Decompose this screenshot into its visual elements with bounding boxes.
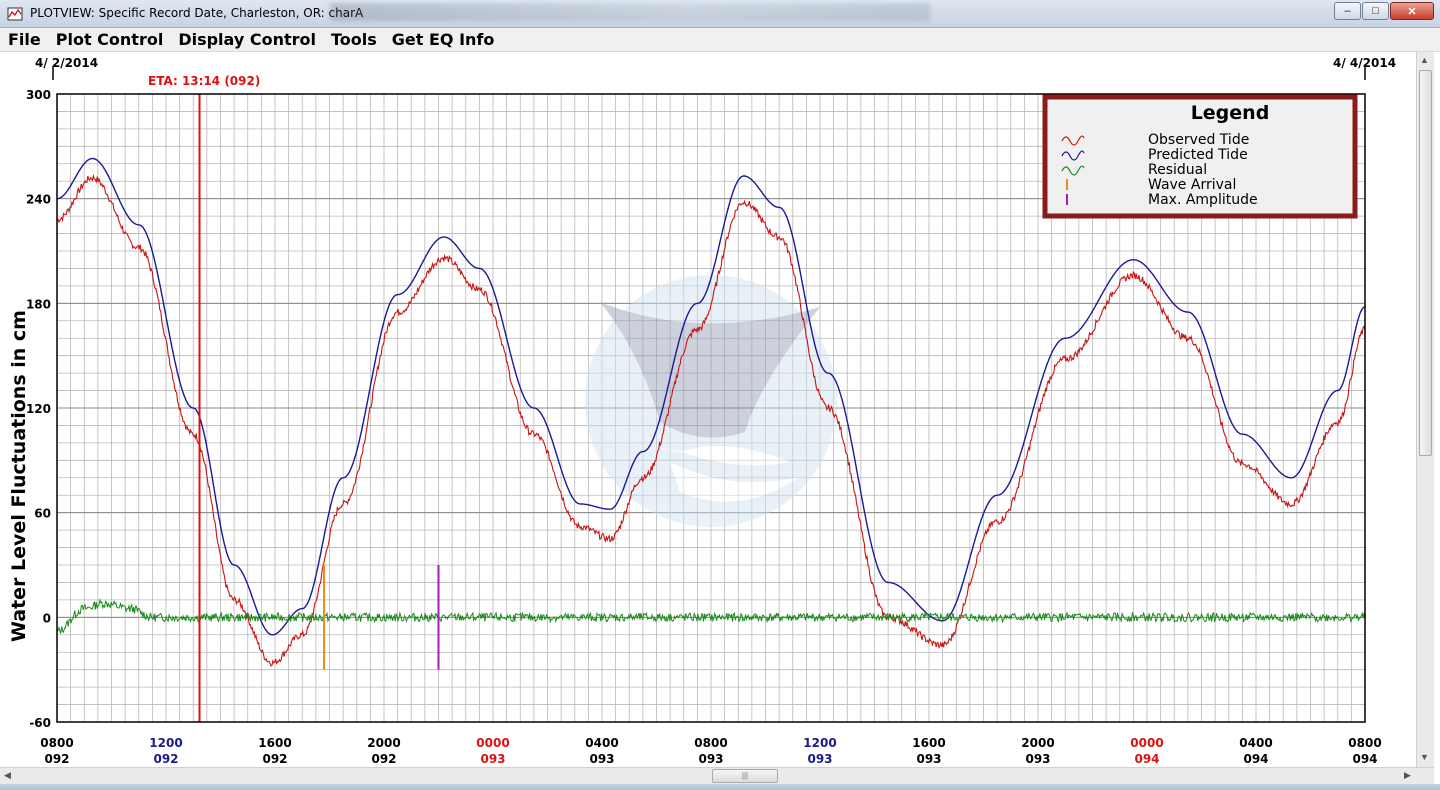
maximize-button[interactable]: □ bbox=[1362, 2, 1389, 20]
x-tick-time: 0000 bbox=[476, 736, 509, 750]
x-tick-time: 1600 bbox=[258, 736, 291, 750]
y-tick-label: 0 bbox=[43, 611, 51, 625]
taskbar-strip bbox=[0, 784, 1440, 790]
date-left-label: 4/ 2/2014 bbox=[35, 56, 98, 70]
x-tick-time: 0800 bbox=[694, 736, 727, 750]
minimize-button[interactable]: – bbox=[1334, 2, 1361, 20]
legend-entry-label: Observed Tide bbox=[1148, 132, 1249, 148]
scroll-right-icon[interactable]: ▶ bbox=[1404, 770, 1411, 781]
x-tick-day: 092 bbox=[44, 752, 69, 766]
x-tick-time: 0800 bbox=[1348, 736, 1381, 750]
menu-file[interactable]: File bbox=[1, 30, 48, 49]
x-tick-day: 093 bbox=[698, 752, 723, 766]
x-tick-day: 093 bbox=[916, 752, 941, 766]
legend-entry-label: Max. Amplitude bbox=[1148, 192, 1258, 208]
menu-tools[interactable]: Tools bbox=[324, 30, 384, 49]
app-icon bbox=[7, 7, 23, 21]
x-tick-time: 2000 bbox=[1021, 736, 1054, 750]
y-tick-label: 180 bbox=[26, 297, 51, 311]
legend: Legend Observed TidePredicted TideResidu… bbox=[1042, 94, 1358, 219]
legend-entry-label: Wave Arrival bbox=[1148, 177, 1236, 193]
scroll-left-icon[interactable]: ◀ bbox=[4, 770, 11, 781]
date-right-label: 4/ 4/2014 bbox=[1333, 56, 1396, 70]
legend-entry-label: Residual bbox=[1148, 162, 1207, 178]
close-button[interactable]: ✕ bbox=[1390, 2, 1434, 20]
x-axis-ticks: 0800 092 1200 092 1600 092 2000 092 0000 093 0400 0… bbox=[40, 736, 1381, 766]
eta-label: ETA: 13:14 (092) bbox=[148, 74, 260, 88]
y-tick-label: 300 bbox=[26, 88, 51, 102]
x-tick-time: 0800 bbox=[40, 736, 73, 750]
x-tick-time: 1200 bbox=[803, 736, 836, 750]
x-tick-day: 093 bbox=[807, 752, 832, 766]
scroll-down-icon[interactable]: ▼ bbox=[1420, 752, 1429, 762]
x-tick-day: 092 bbox=[262, 752, 287, 766]
blurred-background-window bbox=[330, 3, 930, 21]
menu-display-control[interactable]: Display Control bbox=[171, 30, 323, 49]
tide-plot: 4/ 2/2014 4/ 4/2014 ETA: 13:14 (092) Wat… bbox=[8, 56, 1396, 766]
horizontal-scroll-thumb[interactable]: ||| bbox=[712, 769, 778, 783]
x-tick-time: 0000 bbox=[1130, 736, 1163, 750]
x-tick-day: 093 bbox=[480, 752, 505, 766]
y-tick-label: 120 bbox=[26, 402, 51, 416]
x-tick-time: 2000 bbox=[367, 736, 400, 750]
x-tick-day: 094 bbox=[1243, 752, 1268, 766]
legend-title: Legend bbox=[1191, 102, 1270, 124]
x-tick-time: 1600 bbox=[912, 736, 945, 750]
y-tick-label: -60 bbox=[29, 716, 51, 730]
title-bar: PLOTVIEW: Specific Record Date, Charlest… bbox=[0, 0, 1440, 28]
window-title: PLOTVIEW: Specific Record Date, Charlest… bbox=[30, 6, 364, 20]
x-tick-time: 0400 bbox=[1239, 736, 1272, 750]
menu-bar: File Plot Control Display Control Tools … bbox=[0, 28, 1440, 52]
y-tick-label: 60 bbox=[34, 507, 51, 521]
vertical-scroll-thumb[interactable] bbox=[1419, 70, 1432, 456]
horizontal-scrollbar[interactable]: ◀ ||| ▶ bbox=[0, 767, 1434, 784]
vertical-scrollbar[interactable]: ▲ ▼ bbox=[1416, 52, 1434, 767]
menu-plot-control[interactable]: Plot Control bbox=[49, 30, 171, 49]
x-tick-time: 1200 bbox=[149, 736, 182, 750]
x-tick-day: 094 bbox=[1134, 752, 1159, 766]
x-tick-day: 094 bbox=[1352, 752, 1377, 766]
menu-get-eq-info[interactable]: Get EQ Info bbox=[385, 30, 502, 49]
legend-entry-label: Predicted Tide bbox=[1148, 147, 1248, 163]
scroll-up-icon[interactable]: ▲ bbox=[1420, 55, 1429, 65]
y-tick-label: 240 bbox=[26, 193, 51, 207]
window-controls: – □ ✕ bbox=[1333, 2, 1434, 22]
x-tick-day: 092 bbox=[153, 752, 178, 766]
x-tick-day: 092 bbox=[371, 752, 396, 766]
x-tick-day: 093 bbox=[1025, 752, 1050, 766]
x-tick-day: 093 bbox=[589, 752, 614, 766]
x-tick-time: 0400 bbox=[585, 736, 618, 750]
y-axis-title: Water Level Fluctuations in cm bbox=[8, 310, 30, 642]
